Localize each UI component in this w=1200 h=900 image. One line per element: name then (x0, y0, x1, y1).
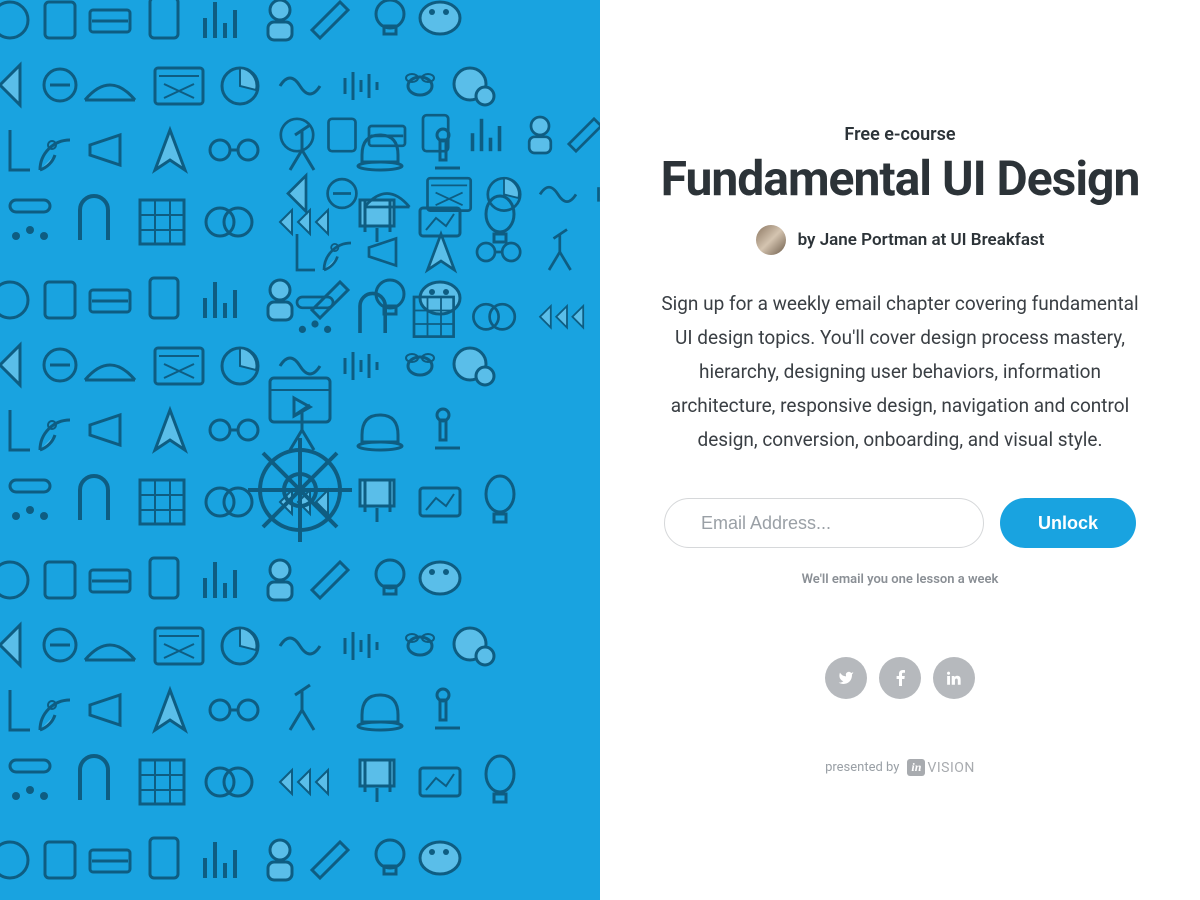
twitter-share-button[interactable] (825, 657, 867, 699)
invision-wordmark: VISION (927, 760, 974, 776)
author-avatar (756, 225, 786, 255)
facebook-icon (896, 670, 905, 686)
facebook-share-button[interactable] (879, 657, 921, 699)
email-field[interactable] (664, 498, 984, 548)
page-title: Fundamental UI Design (661, 153, 1140, 206)
course-description: Sign up for a weekly email chapter cover… (650, 287, 1150, 456)
byline-row: by Jane Portman at UI Breakfast (756, 225, 1045, 255)
design-icons-pattern (0, 0, 600, 900)
signup-disclaimer: We'll email you one lesson a week (802, 572, 999, 587)
invision-logo: in VISION (907, 759, 974, 776)
linkedin-icon (947, 671, 962, 686)
linkedin-share-button[interactable] (933, 657, 975, 699)
invision-badge-icon: in (907, 759, 925, 776)
twitter-icon (838, 670, 854, 686)
byline-text: by Jane Portman at UI Breakfast (798, 230, 1045, 250)
decorative-left-panel (0, 0, 600, 900)
presented-by-row: presented by in VISION (825, 759, 975, 776)
signup-form: Unlock (650, 498, 1150, 548)
unlock-button[interactable]: Unlock (1000, 498, 1136, 548)
social-share-row (825, 657, 975, 699)
presented-by-label: presented by (825, 760, 899, 775)
signup-panel: Free e-course Fundamental UI Design by J… (600, 0, 1200, 900)
eyebrow-label: Free e-course (844, 124, 955, 145)
